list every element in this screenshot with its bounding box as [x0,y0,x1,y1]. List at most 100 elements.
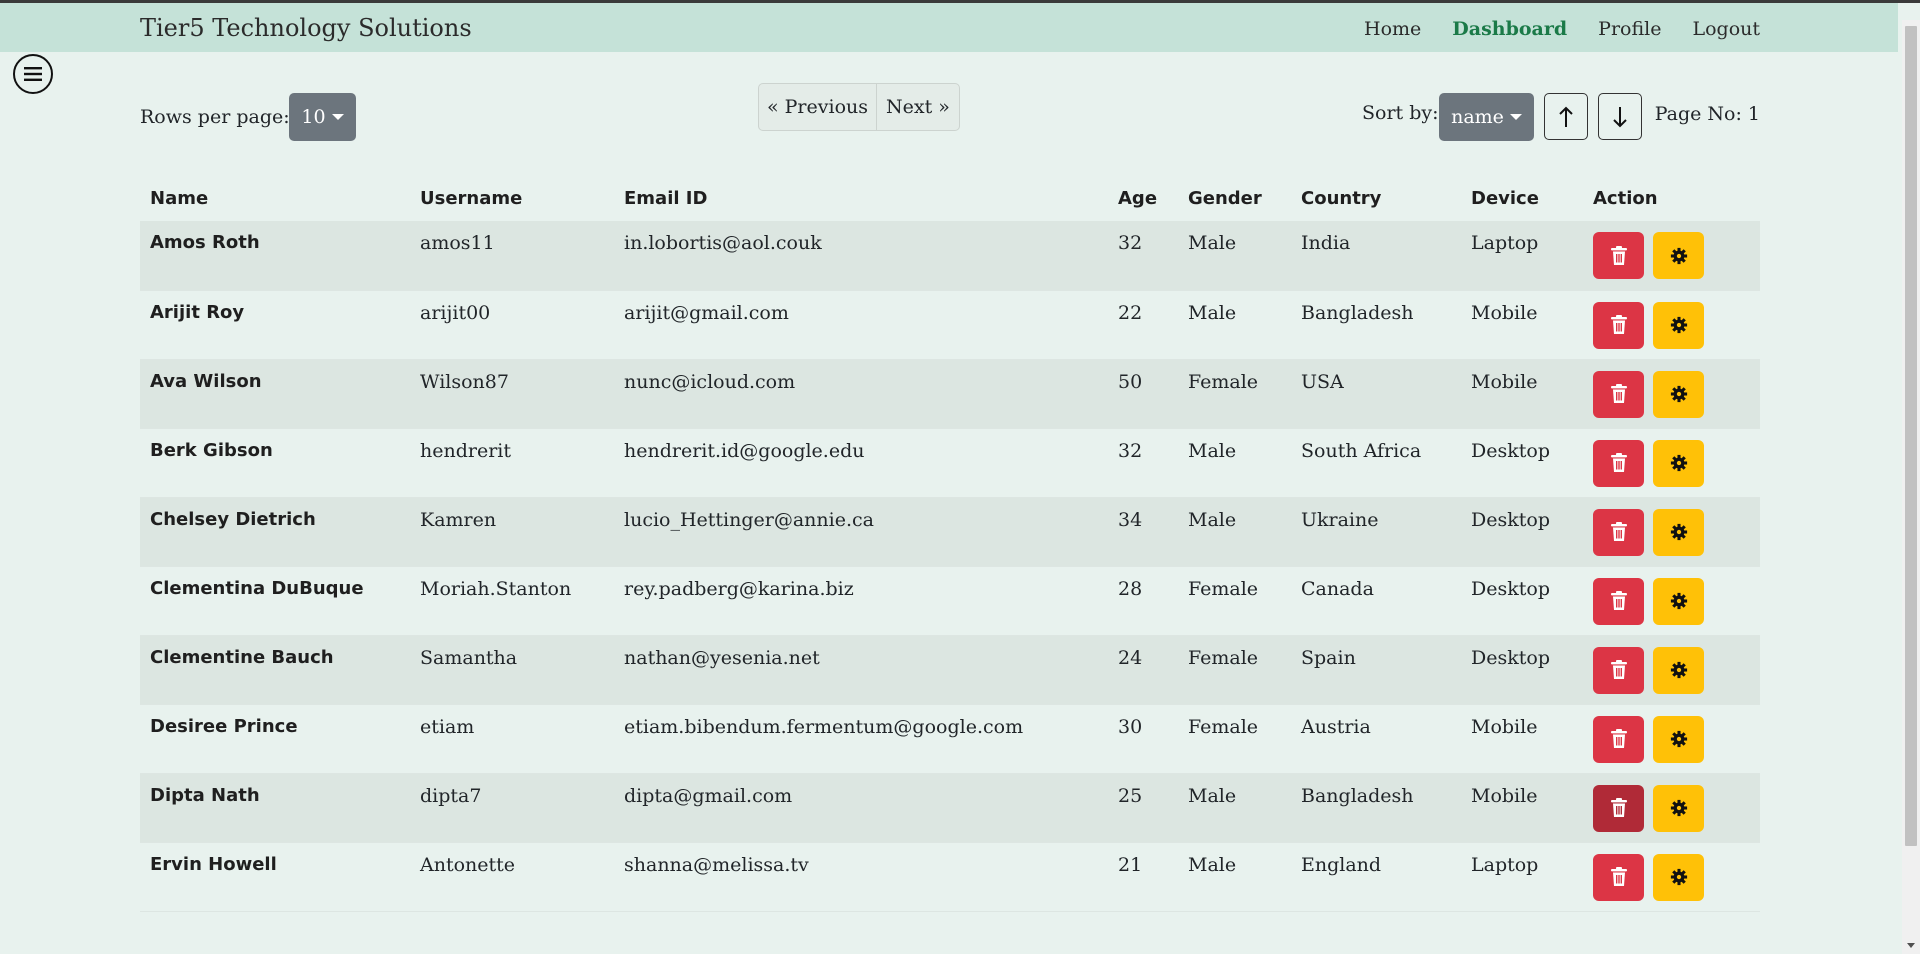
gear-icon [1670,592,1687,610]
delete-button[interactable] [1593,853,1644,901]
delete-button[interactable] [1593,301,1644,349]
cell-country: Ukraine [1301,508,1379,531]
cell-username: amos11 [420,232,495,254]
settings-button[interactable] [1653,232,1704,279]
gear-icon [1670,730,1687,748]
cell-device: Laptop [1471,853,1539,876]
cell-name: Ervin Howell [150,853,277,875]
cell-email: hendrerit.id@google.edu [624,439,865,462]
trash-icon [1610,591,1627,610]
delete-button[interactable] [1593,439,1644,487]
cell-email: lucio_Hettinger@annie.ca [624,508,874,531]
rows-per-page-value: 10 [301,106,326,128]
sidebar-toggle-button[interactable] [13,54,53,94]
cell-device: Desktop [1471,646,1550,669]
cell-action [1583,428,1760,497]
cell-age: 24 [1118,646,1143,669]
delete-button[interactable] [1593,232,1644,279]
column-header-age: Age [1118,187,1158,209]
sort-ascending-button[interactable] [1544,93,1588,140]
settings-button[interactable] [1653,370,1704,418]
cell-gender: Female [1188,370,1259,393]
column-header-email: Email ID [624,187,708,209]
column-header-action: Action [1593,187,1658,209]
cell-device: Laptop [1471,232,1539,254]
nav-link-profile[interactable]: Profile [1598,18,1661,40]
cell-age: 22 [1118,301,1143,324]
delete-button[interactable] [1593,577,1644,625]
column-header-name: Name [150,187,209,209]
delete-button[interactable] [1593,646,1644,694]
settings-button[interactable] [1653,646,1704,694]
next-page-button[interactable]: Next » [877,84,959,130]
settings-button[interactable] [1653,508,1704,556]
settings-button[interactable] [1653,715,1704,763]
vertical-scrollbar[interactable] [1902,20,1920,954]
nav-link-dashboard[interactable]: Dashboard [1452,18,1567,40]
cell-device: Mobile [1471,301,1538,324]
settings-button[interactable] [1653,853,1704,901]
cell-action [1583,497,1760,566]
cell-device: Desktop [1471,577,1550,600]
rows-per-page-dropdown[interactable]: 10 [289,93,356,141]
cell-gender: Female [1188,577,1259,600]
cell-email: nathan@yesenia.net [624,646,820,669]
trash-icon [1610,522,1627,541]
cell-name: Arijit Roy [150,301,245,323]
delete-button[interactable] [1593,370,1644,418]
table-header-row: Name Username Email ID Age Gender Countr… [140,175,1760,221]
trash-icon [1610,453,1627,472]
cell-email: arijit@gmail.com [624,301,789,324]
delete-button[interactable] [1593,508,1644,556]
settings-button[interactable] [1653,577,1704,625]
table-row: Desiree Prince etiam etiam.bibendum.fermen… [140,704,1760,773]
scrollbar-thumb[interactable] [1905,26,1917,846]
settings-button[interactable] [1653,301,1704,349]
cell-email: rey.padberg@karina.biz [624,577,854,600]
arrow-up-icon [1559,106,1573,127]
column-header-gender: Gender [1188,187,1262,209]
nav-link-home[interactable]: Home [1364,18,1421,40]
gear-icon [1670,868,1687,886]
nav-links: Home Dashboard Profile Logout [1364,18,1760,40]
sort-by-dropdown[interactable]: name [1439,93,1534,141]
delete-button[interactable] [1593,715,1644,763]
scroll-down-arrow[interactable] [1907,943,1915,948]
cell-country: Bangladesh [1301,301,1414,324]
settings-button[interactable] [1653,784,1704,832]
cell-gender: Male [1188,784,1237,807]
delete-button[interactable] [1593,784,1644,832]
nav-link-logout[interactable]: Logout [1692,18,1760,40]
cell-username: Antonette [420,853,516,876]
brand-title[interactable]: Tier5 Technology Solutions [140,14,472,42]
trash-icon [1610,384,1627,403]
cell-username: arijit00 [420,301,491,324]
cell-username: dipta7 [420,784,482,807]
cell-action [1583,359,1760,428]
cell-country: Bangladesh [1301,784,1414,807]
previous-page-button[interactable]: « Previous [759,84,877,130]
arrow-down-icon [1613,106,1627,127]
sort-descending-button[interactable] [1598,93,1642,140]
cell-email: in.lobortis@aol.couk [624,232,822,254]
cell-age: 32 [1118,232,1143,254]
cell-country: USA [1301,370,1344,393]
cell-country: India [1301,232,1351,254]
cell-country: England [1301,853,1382,876]
cell-gender: Female [1188,715,1259,738]
cell-gender: Female [1188,646,1259,669]
cell-gender: Male [1188,853,1237,876]
settings-button[interactable] [1653,439,1704,487]
cell-name: Amos Roth [150,232,260,253]
cell-device: Desktop [1471,508,1550,531]
gear-icon [1670,385,1687,403]
cell-username: hendrerit [420,439,512,462]
cell-name: Clementina DuBuque [150,577,364,599]
cell-device: Mobile [1471,715,1538,738]
cell-action [1583,842,1760,911]
hamburger-menu-icon [24,67,42,81]
cell-gender: Male [1188,508,1237,531]
cell-name: Desiree Prince [150,715,298,737]
cell-email: shanna@melissa.tv [624,853,809,876]
cell-username: Samantha [420,646,518,669]
